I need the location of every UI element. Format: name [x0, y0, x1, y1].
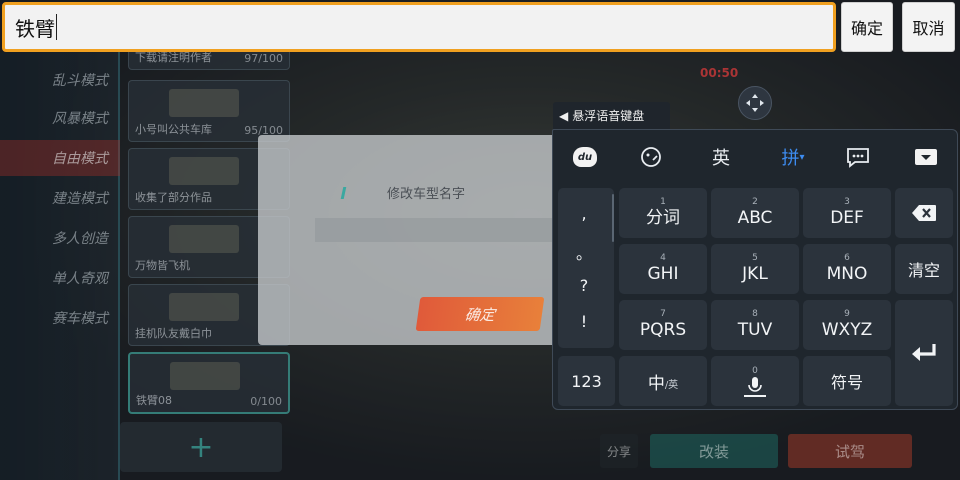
key-number: 0: [752, 365, 758, 376]
lang-main-label: 中: [647, 373, 665, 394]
punctuation-scrollbar[interactable]: [612, 194, 614, 242]
move-keyboard-icon[interactable]: [738, 86, 772, 120]
language-switch-key[interactable]: 中/英: [619, 356, 707, 406]
car-thumbnail: [169, 225, 239, 253]
key-label: TUV: [737, 320, 773, 340]
key-label: WXYZ: [821, 320, 873, 340]
key-number: 2: [752, 197, 758, 207]
enter-key[interactable]: [895, 300, 953, 406]
key-8[interactable]: 8 TUV: [711, 300, 799, 350]
car-thumbnail: [169, 157, 239, 185]
car-name: 铁臂08: [136, 394, 172, 407]
mode-sidebar: 乱斗模式 风暴模式 自由模式 建造模式 多人创造 单人奇观 赛车模式: [0, 52, 120, 480]
key-number: 8: [752, 309, 758, 319]
key-number: 3: [844, 197, 850, 207]
back-arrow-icon: ◀: [559, 108, 569, 123]
car-name: 收集了部分作品: [135, 191, 212, 204]
rename-dialog-title: 修改车型名字: [386, 187, 465, 202]
rename-confirm-button[interactable]: 确定: [415, 297, 545, 331]
share-button[interactable]: 分享: [600, 434, 638, 468]
emoji-palette-icon[interactable]: [637, 144, 665, 170]
chat-bubble-icon[interactable]: [843, 144, 873, 170]
english-mode-button[interactable]: 英: [703, 144, 739, 170]
key-6[interactable]: 6 MNO: [803, 244, 891, 294]
key-label: 分词: [646, 208, 680, 228]
enter-icon: [912, 344, 936, 361]
key-label: PQRS: [639, 320, 687, 340]
car-thumbnail: [170, 362, 240, 390]
key-1[interactable]: 1 分词: [619, 188, 707, 238]
space-voice-key[interactable]: 0: [711, 356, 799, 406]
pinyin-label: 拼: [781, 148, 800, 169]
car-card-selected[interactable]: 铁臂08 0/100: [128, 352, 290, 414]
key-label: DEF: [830, 208, 864, 228]
test-drive-button[interactable]: 试驾: [788, 434, 912, 468]
key-5[interactable]: 5 JKL: [711, 244, 799, 294]
text-input-field[interactable]: 铁臂: [2, 2, 836, 52]
mode-item-active[interactable]: 自由模式: [0, 140, 120, 176]
lang-sub-label: /英: [664, 379, 679, 391]
key-label: GHI: [647, 264, 679, 284]
mode-item[interactable]: 乱斗模式: [0, 62, 120, 98]
symbol-key[interactable]: 符号: [803, 356, 891, 406]
pinyin-mode-button[interactable]: 拼 ▾: [775, 144, 811, 170]
floating-voice-keyboard-tab[interactable]: ◀ 悬浮语音键盘: [553, 102, 670, 129]
car-count: 0/100: [250, 395, 282, 408]
car-name: 小号叫公共车库: [135, 123, 212, 136]
car-card[interactable]: 小号叫公共车库 95/100: [128, 80, 290, 142]
key-4[interactable]: 4 GHI: [619, 244, 707, 294]
microphone-icon: [748, 376, 762, 392]
modify-button[interactable]: 改装: [650, 434, 778, 468]
key-7[interactable]: 7 PQRS: [619, 300, 707, 350]
car-name: 挂机队友戴白巾: [135, 327, 212, 340]
punctuation-item[interactable]: ?: [558, 276, 610, 295]
punctuation-item[interactable]: !: [558, 312, 610, 331]
punctuation-item[interactable]: 。: [558, 240, 610, 264]
number-keyboard-key[interactable]: 123: [558, 356, 615, 406]
add-car-button[interactable]: +: [120, 422, 282, 472]
space-bar-line: [744, 394, 766, 397]
mode-item[interactable]: 赛车模式: [0, 300, 120, 336]
cancel-button[interactable]: 取消: [902, 2, 955, 52]
key-label: ABC: [737, 208, 773, 228]
hide-keyboard-icon[interactable]: [911, 144, 941, 170]
game-timer: 00:50: [700, 66, 739, 80]
key-number: 9: [844, 309, 850, 319]
backspace-key[interactable]: [895, 188, 953, 238]
backspace-icon: [912, 205, 936, 221]
rename-dialog: 修改车型名字 确定: [258, 135, 565, 345]
key-2[interactable]: 2 ABC: [711, 188, 799, 238]
key-number: 5: [752, 253, 758, 263]
text-caret: [56, 14, 57, 40]
key-number: 6: [844, 253, 850, 263]
mode-item[interactable]: 建造模式: [0, 180, 120, 216]
punctuation-list[interactable]: , 。 ? !: [558, 188, 614, 348]
car-thumbnail: [169, 293, 239, 321]
punctuation-item[interactable]: ,: [558, 204, 610, 223]
input-value: 铁臂: [15, 16, 55, 41]
car-count: 97/100: [244, 52, 283, 65]
mode-item[interactable]: 单人奇观: [0, 260, 120, 296]
mode-item[interactable]: 风暴模式: [0, 100, 120, 136]
key-number: 1: [660, 197, 666, 207]
key-3[interactable]: 3 DEF: [803, 188, 891, 238]
voice-tab-label: 悬浮语音键盘: [572, 109, 645, 123]
car-thumbnail: [169, 89, 239, 117]
ime-keyboard: du 英 拼 ▾ , 。 ? ! 1 分词 2 ABC 3 DEF 4 GHI …: [552, 129, 958, 410]
chevron-down-icon: ▾: [799, 151, 805, 163]
key-label: JKL: [742, 264, 768, 284]
rename-input[interactable]: [315, 218, 565, 242]
clear-key[interactable]: 清空: [895, 244, 953, 294]
du-logo-icon[interactable]: du: [571, 144, 599, 170]
key-number: 4: [660, 253, 666, 263]
key-number: 7: [660, 309, 666, 319]
mode-item[interactable]: 多人创造: [0, 220, 120, 256]
car-name: 万物皆飞机: [135, 259, 190, 272]
key-9[interactable]: 9 WXYZ: [803, 300, 891, 350]
key-label: MNO: [826, 264, 868, 284]
confirm-button[interactable]: 确定: [841, 2, 893, 52]
